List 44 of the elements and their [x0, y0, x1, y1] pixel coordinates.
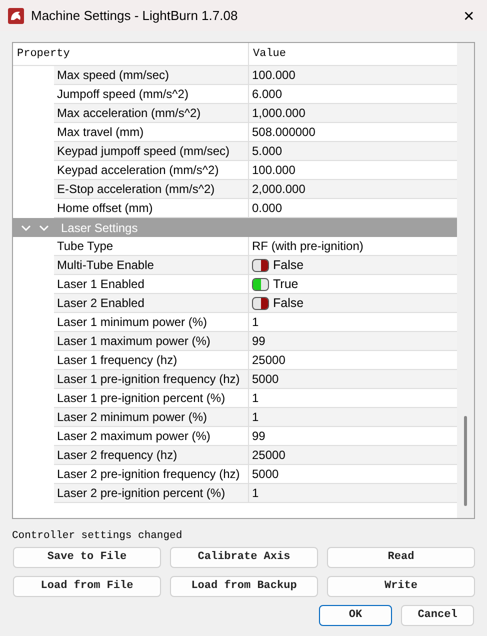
property-cell: E-Stop acceleration (mm/s^2) [54, 180, 249, 199]
dialog-button[interactable]: OK [319, 604, 392, 626]
action-button[interactable]: Load from Backup [170, 576, 318, 597]
property-cell: Laser 2 Enabled [54, 294, 249, 313]
dialog-button[interactable]: Cancel [401, 604, 474, 626]
scrollbar[interactable] [457, 43, 474, 518]
scrollbar-thumb[interactable] [464, 416, 467, 506]
value-cell[interactable]: 1 [249, 484, 457, 503]
action-button[interactable]: Read [327, 546, 475, 568]
property-cell: Max speed (mm/sec) [54, 66, 249, 85]
property-cell: Laser 2 frequency (hz) [54, 446, 249, 465]
value-cell[interactable]: 25000 [249, 446, 457, 465]
value-cell[interactable]: 5.000 [249, 142, 457, 161]
status-text: Controller settings changed [12, 529, 184, 544]
value-text: False [273, 256, 304, 274]
property-cell: Laser 2 pre-ignition percent (%) [54, 484, 249, 503]
property-cell: Laser 2 minimum power (%) [54, 408, 249, 427]
property-cell: Laser 1 pre-ignition frequency (hz) [54, 370, 249, 389]
value-text: True [273, 276, 298, 293]
property-cell: Max acceleration (mm/s^2) [54, 104, 249, 123]
value-cell[interactable]: 5000 [249, 370, 457, 389]
value-cell[interactable]: 100.000 [249, 66, 457, 85]
action-button[interactable]: Write [327, 576, 475, 597]
close-button[interactable]: ✕ [459, 8, 479, 22]
property-cell: Multi-Tube Enable [54, 256, 249, 275]
value-text: False [273, 294, 304, 312]
column-header: Value [252, 46, 288, 62]
window-title: Machine Settings - LightBurn 1.7.08 [31, 6, 239, 25]
action-button[interactable]: Load from File [13, 576, 161, 597]
column-header: Property [13, 43, 249, 65]
action-button[interactable]: Save to File [13, 546, 161, 568]
chevron-icon[interactable] [21, 224, 31, 232]
property-cell: Keypad jumpoff speed (mm/sec) [54, 142, 249, 161]
chevron-icon[interactable] [39, 224, 49, 232]
value-cell[interactable]: 1,000.000 [249, 104, 457, 123]
value-cell[interactable]: 99 [249, 332, 457, 351]
value-cell[interactable]: 1 [249, 408, 457, 427]
value-cell[interactable]: 2,000.000 [249, 180, 457, 199]
toggle-switch[interactable] [252, 296, 269, 310]
action-button[interactable]: Calibrate Axis [170, 546, 318, 568]
toggle-switch[interactable] [252, 258, 269, 272]
property-cell: Laser 1 maximum power (%) [54, 332, 249, 351]
toggle-switch[interactable] [252, 278, 269, 290]
app-logo-icon [8, 8, 24, 24]
